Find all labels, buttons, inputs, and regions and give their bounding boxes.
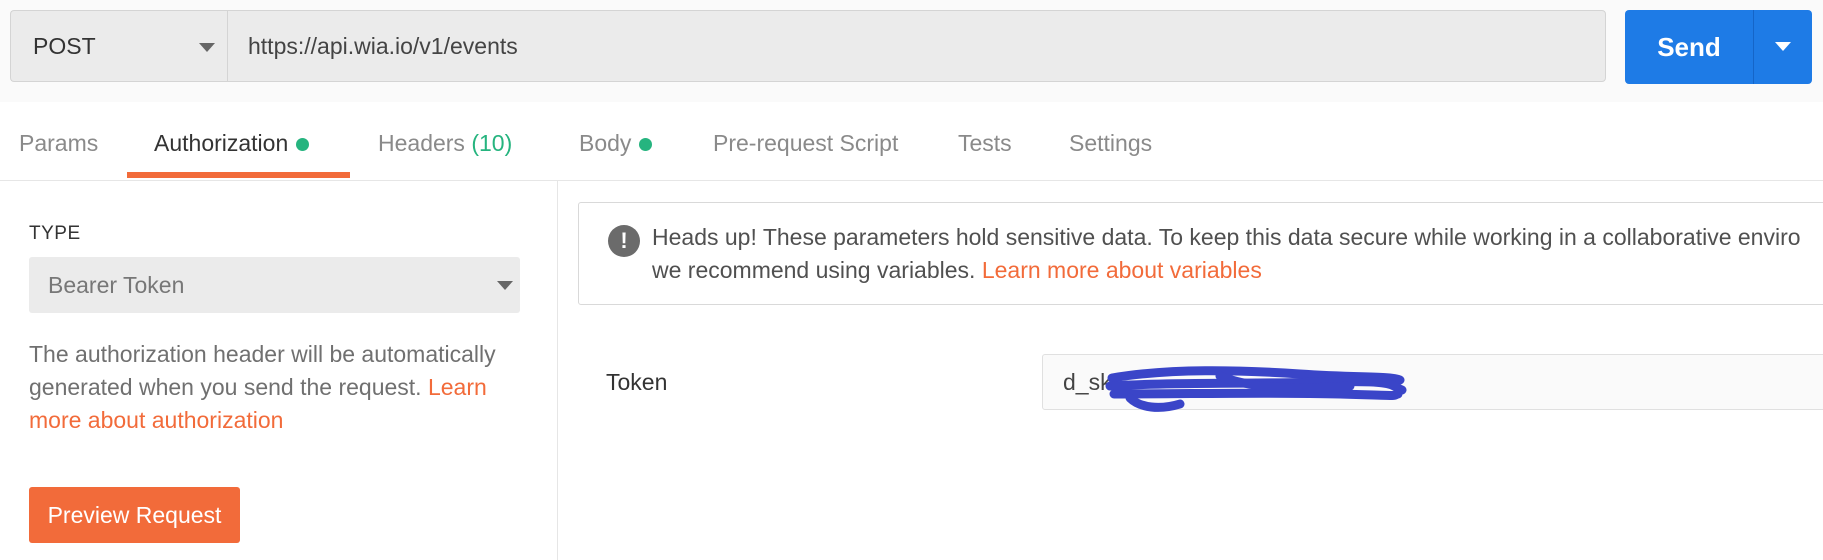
method-value: POST bbox=[33, 32, 96, 59]
method-select[interactable]: POST bbox=[10, 10, 227, 82]
redaction-scribble bbox=[1105, 366, 1407, 412]
tab-body[interactable]: Body bbox=[579, 130, 653, 157]
notice-line-1: Heads up! These parameters hold sensitiv… bbox=[652, 224, 1801, 250]
auth-type-select[interactable]: Bearer Token bbox=[29, 257, 520, 313]
request-bar: POST https://api.wia.io/v1/events Send bbox=[0, 0, 1823, 102]
sensitive-data-notice: ! Heads up! These parameters hold sensit… bbox=[578, 202, 1823, 305]
indicator-dot-icon bbox=[639, 138, 653, 152]
headers-count: (10) bbox=[471, 130, 513, 156]
send-button-group: Send bbox=[1625, 10, 1812, 84]
auth-type-value: Bearer Token bbox=[48, 271, 185, 298]
tab-label: Settings bbox=[1069, 130, 1153, 156]
tab-label: Body bbox=[579, 130, 632, 156]
token-label: Token bbox=[606, 369, 668, 395]
url-input[interactable]: https://api.wia.io/v1/events bbox=[227, 10, 1606, 82]
auth-type-pane: TYPE Bearer Token The authorization head… bbox=[0, 181, 558, 560]
tab-headers[interactable]: Headers (10) bbox=[378, 130, 512, 157]
tab-label: Pre-request Script bbox=[713, 130, 899, 156]
type-label: TYPE bbox=[29, 223, 81, 244]
send-button[interactable]: Send bbox=[1625, 10, 1754, 84]
exclamation-circle-icon: ! bbox=[608, 225, 640, 257]
chevron-down-icon bbox=[199, 43, 215, 52]
notice-text: Heads up! These parameters hold sensitiv… bbox=[652, 221, 1823, 287]
auth-description: The authorization header will be automat… bbox=[29, 338, 539, 437]
auth-description-text: The authorization header will be automat… bbox=[29, 341, 496, 400]
learn-more-variables-link[interactable]: Learn more about variables bbox=[982, 257, 1262, 283]
chevron-down-icon bbox=[497, 281, 513, 290]
preview-request-button[interactable]: Preview Request bbox=[29, 487, 240, 543]
tab-authorization[interactable]: Authorization bbox=[154, 130, 310, 157]
tab-params[interactable]: Params bbox=[19, 130, 98, 157]
tab-label: Authorization bbox=[154, 130, 289, 156]
tab-label: Headers bbox=[378, 130, 465, 156]
chevron-down-icon bbox=[1775, 42, 1791, 51]
send-options-button[interactable] bbox=[1754, 10, 1812, 84]
tab-label: Params bbox=[19, 130, 99, 156]
tab-pre-request-script[interactable]: Pre-request Script bbox=[713, 130, 898, 157]
active-tab-indicator bbox=[127, 172, 350, 178]
tab-tests[interactable]: Tests bbox=[958, 130, 1012, 157]
indicator-dot-icon bbox=[296, 138, 310, 152]
request-tabs: Params Authorization Headers (10) Body P… bbox=[0, 102, 1823, 181]
tab-settings[interactable]: Settings bbox=[1069, 130, 1152, 157]
tab-label: Tests bbox=[958, 130, 1012, 156]
notice-line-2: we recommend using variables. bbox=[652, 257, 976, 283]
